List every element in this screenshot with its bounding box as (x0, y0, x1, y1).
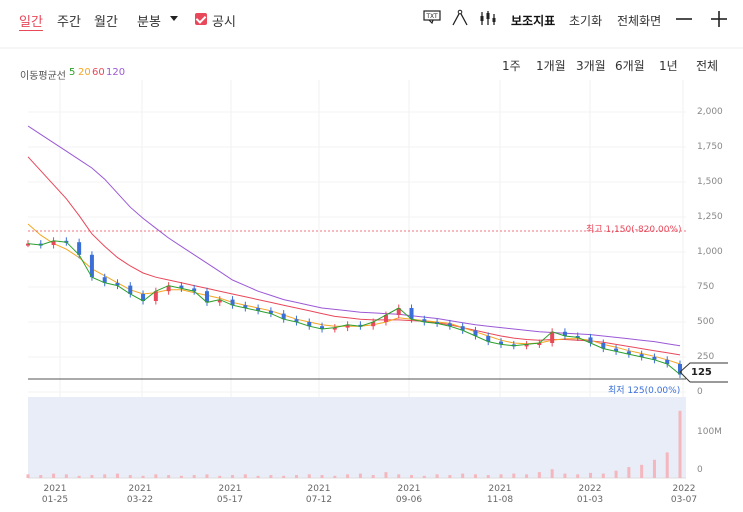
volume-bar (64, 474, 68, 478)
y-tick: 1,750 (697, 142, 723, 152)
volume-bar (77, 475, 81, 478)
y-tick: 500 (697, 317, 715, 327)
volume-bar (601, 473, 605, 478)
x-tick: 2021 09-06 (395, 484, 423, 505)
volume-bar (90, 475, 94, 478)
volume-bar (231, 475, 235, 478)
volume-bar (640, 464, 644, 478)
volume-bar (333, 475, 337, 478)
x-tick: 2022 01-03 (576, 484, 604, 505)
volume-bar (589, 472, 593, 478)
x-tick: 2021 11-08 (486, 484, 514, 505)
x-tick: 2021 01-25 (41, 484, 69, 505)
volume-bar (422, 475, 426, 478)
y-tick: 2,000 (697, 107, 723, 117)
volume-bar (243, 474, 247, 478)
volume-bar (550, 469, 554, 478)
volume-bar (307, 474, 311, 478)
price-chart[interactable] (0, 0, 743, 512)
volume-bar (435, 474, 439, 478)
volume-bar (384, 472, 388, 478)
volume-bar (192, 475, 196, 478)
volume-bar (563, 473, 567, 478)
volume-tick: 100M (697, 427, 722, 437)
volume-bar (371, 475, 375, 478)
volume-bar (141, 475, 145, 478)
volume-bar (473, 474, 477, 478)
volume-bar (218, 475, 222, 478)
volume-bar (486, 475, 490, 478)
y-tick: 1,000 (697, 247, 723, 257)
volume-bar (461, 473, 465, 478)
volume-bar (320, 475, 324, 478)
volume-bar (205, 474, 209, 478)
volume-bar (167, 475, 171, 478)
volume-bar (128, 475, 132, 478)
volume-bar (103, 474, 107, 478)
volume-bar (537, 472, 541, 478)
volume-bar (397, 474, 401, 478)
volume-bar (665, 452, 669, 478)
volume-bar (410, 475, 414, 478)
x-tick: 2021 03-22 (126, 484, 154, 505)
volume-bar (115, 473, 119, 478)
volume-bar (269, 475, 273, 478)
volume-bar (525, 474, 529, 478)
volume-bar (512, 473, 516, 478)
y-tick: 250 (697, 352, 715, 362)
y-tick: 750 (697, 282, 715, 292)
volume-bar (346, 474, 350, 478)
x-tick: 2022 03-07 (670, 484, 698, 505)
volume-bar (576, 474, 580, 478)
volume-bar (26, 474, 30, 478)
volume-bar (678, 410, 682, 478)
volume-tick: 0 (697, 465, 703, 475)
ma20-line (27, 223, 681, 365)
volume-bar (652, 459, 656, 478)
volume-bar (154, 474, 158, 478)
volume-bar (294, 475, 298, 478)
low-annotation: 최저 125(0.00%) (608, 386, 681, 396)
volume-bar (358, 473, 362, 478)
volume-bar (179, 475, 183, 478)
y-tick: 0 (697, 387, 703, 397)
ma120-line (27, 125, 681, 347)
volume-bar (256, 475, 260, 478)
volume-bar (282, 475, 286, 478)
volume-panel (28, 397, 686, 478)
x-tick: 2021 07-12 (305, 484, 333, 505)
volume-bar (627, 467, 631, 478)
volume-bar (499, 474, 503, 478)
volume-bar (39, 475, 43, 478)
y-tick: 1,250 (697, 212, 723, 222)
high-annotation: 최고 1,150(-820.00%) (586, 225, 682, 235)
volume-bar (614, 470, 618, 478)
volume-bar (52, 473, 56, 478)
ma5-line (27, 240, 681, 375)
x-tick: 2021 05-17 (216, 484, 244, 505)
current-price-tag: 125 (691, 367, 712, 378)
y-tick: 1,500 (697, 177, 723, 187)
volume-bar (448, 475, 452, 478)
